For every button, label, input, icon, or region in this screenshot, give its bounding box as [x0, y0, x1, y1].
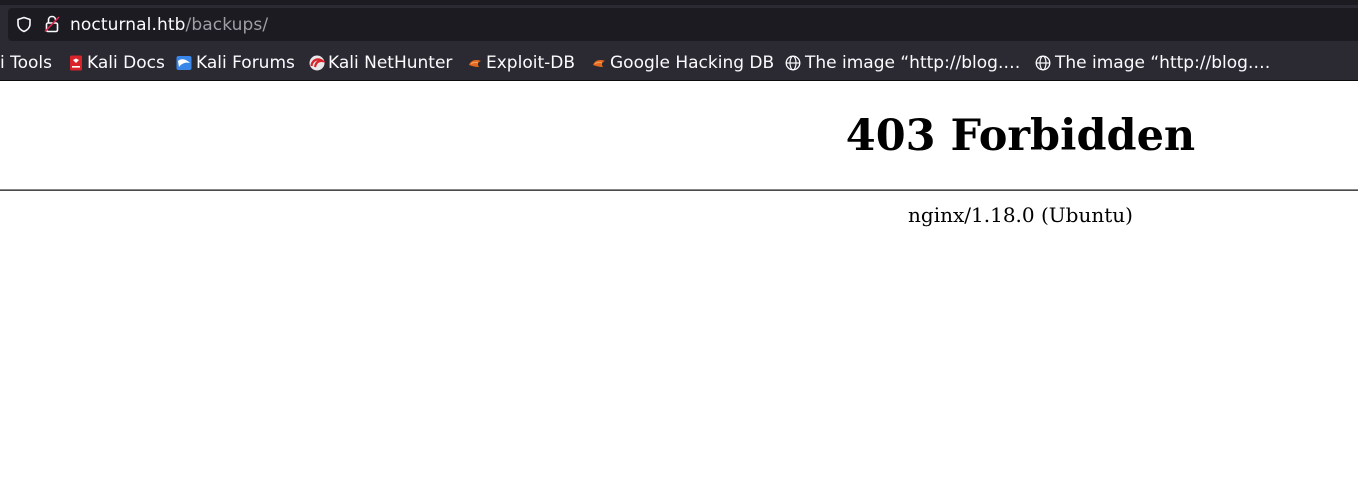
exploit-db-icon — [593, 60, 605, 67]
bookmark-kali-nethunter[interactable]: Kali NetHunter — [307, 48, 459, 78]
kali-forums-icon — [176, 56, 192, 70]
tab-strip-edge — [0, 0, 1358, 5]
bookmark-google-hacking-db[interactable]: Google Hacking DB — [589, 48, 779, 78]
bookmark-exploit-db[interactable]: Exploit-DB — [465, 48, 583, 78]
globe-icon — [1035, 55, 1051, 71]
browser-chrome: nocturnal.htb/backups/ i Tools Kali Docs… — [0, 0, 1358, 81]
url-host: nocturnal.htb — [70, 15, 186, 35]
page-content: 403 Forbidden nginx/1.18.0 (Ubuntu) — [0, 81, 1358, 490]
bookmark-blog-image-1[interactable]: The image “http://blog.… — [784, 48, 1024, 78]
bookmark-label: The image “http://blog.… — [1055, 53, 1271, 73]
bookmark-label: Kali Docs — [87, 53, 165, 73]
globe-icon — [785, 55, 801, 71]
kali-nethunter-icon — [309, 55, 325, 71]
horizontal-rule — [0, 189, 1358, 191]
server-signature: nginx/1.18.0 (Ubuntu) — [908, 203, 1133, 227]
shield-icon[interactable] — [16, 16, 32, 33]
exploit-db-icon — [469, 60, 481, 67]
bookmark-label: Kali Forums — [196, 53, 295, 73]
bookmark-kali-docs[interactable]: Kali Docs — [66, 48, 168, 78]
bookmark-blog-image-2[interactable]: The image “http://blog.… — [1034, 48, 1274, 78]
error-heading: 403 Forbidden — [845, 111, 1196, 161]
url-path: /backups/ — [185, 15, 269, 35]
bookmark-label: Kali NetHunter — [328, 53, 453, 73]
insecure-lock-icon[interactable] — [44, 15, 60, 33]
bookmark-label: i Tools — [0, 53, 53, 73]
bookmark-kali-forums[interactable]: Kali Forums — [174, 48, 302, 78]
bookmark-label: Exploit-DB — [486, 53, 575, 73]
bookmarks-toolbar: i Tools Kali Docs Kali Forums Kali NetHu… — [0, 48, 1358, 78]
bookmark-label: The image “http://blog.… — [805, 53, 1021, 73]
url-text[interactable]: nocturnal.htb/backups/ — [70, 13, 268, 37]
bookmark-tools[interactable]: i Tools — [0, 48, 62, 78]
kali-docs-icon — [70, 55, 82, 71]
bookmark-label: Google Hacking DB — [610, 53, 775, 73]
